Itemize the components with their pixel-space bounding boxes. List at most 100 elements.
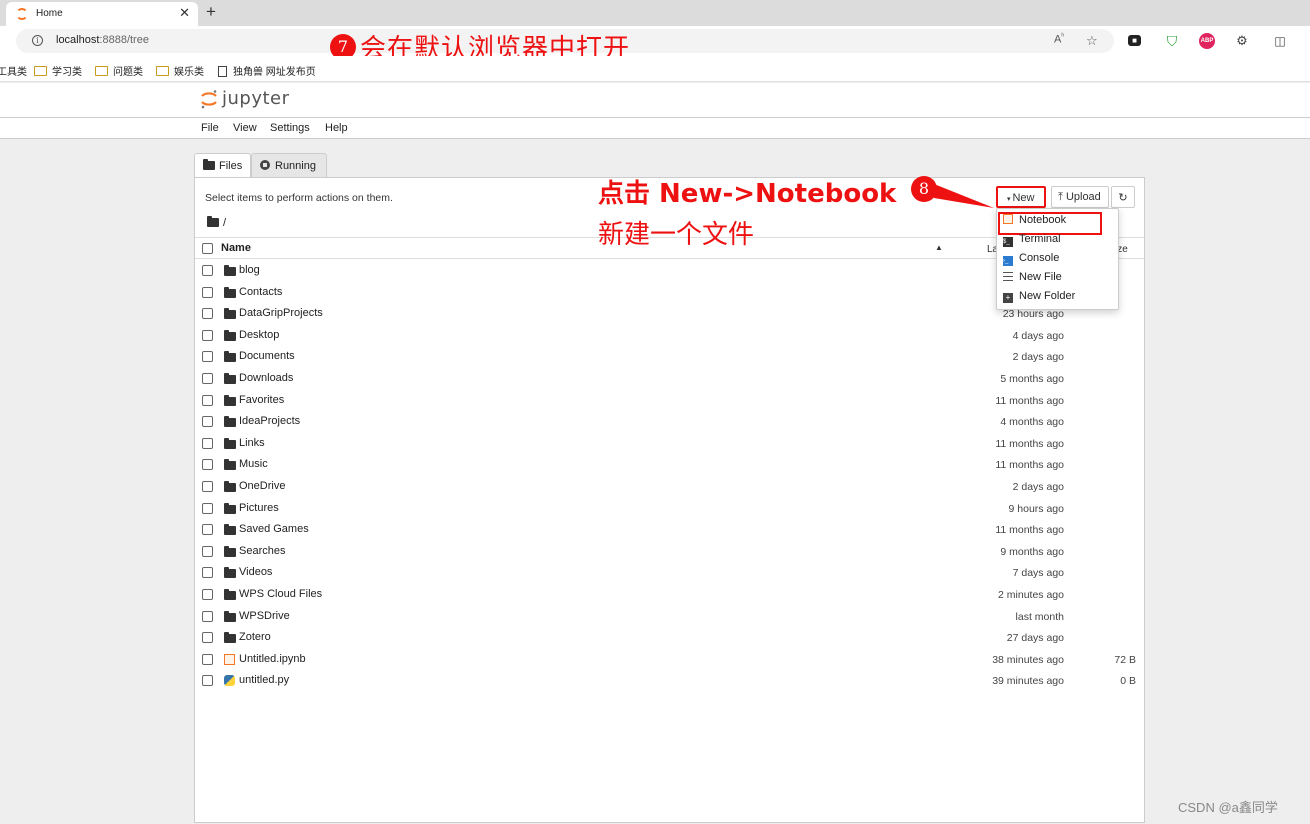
row-checkbox[interactable]	[202, 437, 213, 449]
row-checkbox[interactable]	[202, 459, 213, 471]
row-checkbox[interactable]	[202, 589, 213, 600]
file-name-link[interactable]: Documents	[239, 350, 295, 362]
file-name-link[interactable]: Contacts	[239, 286, 282, 298]
file-name-link[interactable]: IdeaProjects	[239, 415, 300, 427]
file-row-links[interactable]: Links 11 months ago	[195, 433, 1144, 455]
file-row-wpsdrive[interactable]: WPSDrive last month	[195, 606, 1144, 628]
upload-button[interactable]: ⤒ Upload	[1051, 186, 1109, 208]
file-name-link[interactable]: untitled.py	[239, 674, 289, 686]
file-row-wps-cloud-files[interactable]: WPS Cloud Files 2 minutes ago	[195, 584, 1144, 606]
row-checkbox[interactable]	[202, 545, 213, 557]
file-name-link[interactable]: Downloads	[239, 372, 293, 384]
row-checkbox[interactable]	[202, 567, 213, 579]
extension-icon[interactable]: ■	[1128, 35, 1141, 46]
jupyter-logo-text[interactable]: jupyter	[222, 88, 290, 109]
file-row-untitled-ipynb[interactable]: Untitled.ipynb 38 minutes ago 72 B	[195, 649, 1144, 671]
file-row-music[interactable]: Music 11 months ago	[195, 454, 1144, 476]
menu-item-console[interactable]: ›_ Console	[1003, 252, 1059, 266]
file-name-link[interactable]: Untitled.ipynb	[239, 653, 306, 665]
favorite-star-icon[interactable]: ☆	[1086, 33, 1098, 49]
row-checkbox[interactable]	[202, 416, 213, 428]
file-name-link[interactable]: Saved Games	[239, 523, 309, 535]
row-checkbox[interactable]	[202, 308, 213, 320]
tab-files[interactable]: Files	[194, 153, 251, 178]
file-name-link[interactable]: Pictures	[239, 502, 279, 514]
row-checkbox[interactable]	[202, 286, 213, 298]
file-name-link[interactable]: Music	[239, 458, 268, 470]
row-checkbox[interactable]	[202, 373, 213, 384]
row-checkbox[interactable]	[202, 653, 213, 665]
file-name-link[interactable]: Desktop	[239, 329, 279, 341]
menu-item-notebook[interactable]: Notebook	[998, 212, 1102, 235]
shield-extension-icon[interactable]: ⛉	[1164, 33, 1180, 49]
file-name-link[interactable]: Favorites	[239, 394, 284, 406]
browser-tab-home[interactable]: Home ✕	[6, 2, 198, 26]
file-row-onedrive[interactable]: OneDrive 2 days ago	[195, 476, 1144, 498]
file-row-videos[interactable]: Videos 7 days ago	[195, 562, 1144, 584]
file-name-link[interactable]: blog	[239, 264, 260, 276]
file-name-link[interactable]: Searches	[239, 545, 285, 557]
row-checkbox[interactable]	[202, 329, 213, 341]
bookmark-study[interactable]: 学习类	[34, 63, 82, 78]
new-tab-button[interactable]: +	[206, 2, 216, 22]
bookmark-tools[interactable]: 工具类	[0, 63, 27, 78]
file-row-documents[interactable]: Documents 2 days ago	[195, 346, 1144, 368]
row-checkbox[interactable]	[202, 675, 213, 687]
column-name[interactable]: Name	[221, 242, 251, 254]
menu-item-new-file[interactable]: New File	[1003, 271, 1062, 283]
row-checkbox[interactable]	[202, 481, 213, 492]
read-aloud-icon[interactable]: Aʰ	[1054, 33, 1064, 46]
file-row-untitled-py[interactable]: untitled.py 39 minutes ago 0 B	[195, 670, 1144, 692]
bookmark-fun[interactable]: 娱乐类	[156, 63, 204, 78]
split-screen-icon[interactable]: ◫	[1272, 33, 1288, 49]
file-name-link[interactable]: OneDrive	[239, 480, 285, 492]
file-row-favorites[interactable]: Favorites 11 months ago	[195, 390, 1144, 412]
bookmark-issues[interactable]: 问题类	[95, 63, 143, 78]
menu-help[interactable]: Help	[325, 122, 348, 134]
text-file-icon	[1003, 272, 1013, 281]
file-size: 0 B	[1120, 675, 1136, 688]
new-button[interactable]: ▾ New	[996, 186, 1046, 208]
menu-settings[interactable]: Settings	[270, 122, 310, 134]
row-checkbox[interactable]	[202, 265, 213, 276]
last-modified: 4 days ago	[1012, 329, 1064, 342]
file-name-link[interactable]: Zotero	[239, 631, 271, 643]
row-checkbox[interactable]	[202, 524, 213, 536]
row-checkbox[interactable]	[202, 502, 213, 514]
row-checkbox[interactable]	[202, 394, 213, 406]
jupyter-logo-icon	[201, 90, 217, 109]
breadcrumb[interactable]: /	[207, 216, 226, 229]
file-row-searches[interactable]: Searches 9 months ago	[195, 541, 1144, 563]
file-name-link[interactable]: DataGripProjects	[239, 307, 323, 319]
annotation-arrow-icon	[934, 184, 994, 208]
jupyter-header: jupyter File View Settings Help	[0, 83, 1310, 139]
file-row-ideaprojects[interactable]: IdeaProjects 4 months ago	[195, 411, 1144, 433]
site-info-icon[interactable]: i	[32, 35, 43, 46]
file-name-link[interactable]: WPS Cloud Files	[239, 588, 322, 600]
menu-view[interactable]: View	[233, 122, 257, 134]
file-row-desktop[interactable]: Desktop 4 days ago	[195, 325, 1144, 347]
extensions-puzzle-icon[interactable]: ⚙	[1234, 33, 1250, 49]
file-name-link[interactable]: WPSDrive	[239, 610, 290, 622]
file-row-pictures[interactable]: Pictures 9 hours ago	[195, 498, 1144, 520]
tab-running[interactable]: Running	[251, 153, 327, 178]
row-checkbox[interactable]	[202, 632, 213, 644]
file-row-zotero[interactable]: Zotero 27 days ago	[195, 627, 1144, 649]
row-checkbox[interactable]	[202, 610, 213, 622]
file-name-link[interactable]: Links	[239, 437, 265, 449]
menu-item-terminal[interactable]: $_ Terminal	[1003, 233, 1061, 247]
menu-file[interactable]: File	[201, 122, 219, 134]
upload-icon: ⤒	[1058, 191, 1063, 203]
folder-icon	[224, 373, 240, 386]
close-tab-icon[interactable]: ✕	[179, 5, 190, 21]
menu-item-new-folder[interactable]: + New Folder	[1003, 290, 1075, 303]
select-all-checkbox[interactable]	[202, 243, 213, 254]
refresh-button[interactable]: ↻	[1111, 186, 1135, 208]
bookmark-unicorn[interactable]: 独角兽 网址发布页	[218, 63, 316, 78]
file-name-link[interactable]: Videos	[239, 566, 272, 578]
sort-asc-icon[interactable]: ▲	[935, 243, 943, 252]
file-row-downloads[interactable]: Downloads 5 months ago	[195, 368, 1144, 390]
file-row-saved-games[interactable]: Saved Games 11 months ago	[195, 519, 1144, 541]
adblock-icon[interactable]: ABP	[1199, 33, 1215, 49]
row-checkbox[interactable]	[202, 351, 213, 363]
